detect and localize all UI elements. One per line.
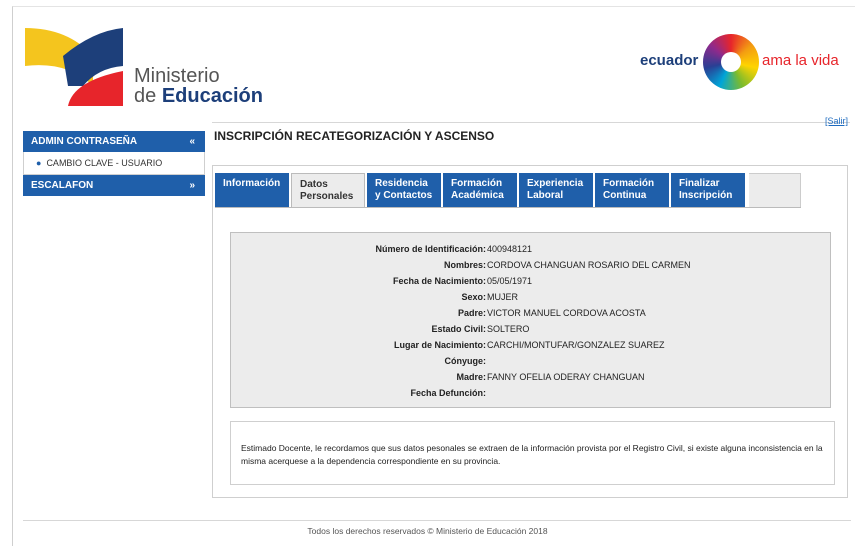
field-row-lugar-nacimiento: Lugar de Nacimiento: CARCHI/MONTUFAR/GONZ… bbox=[393, 340, 665, 350]
page-title: INSCRIPCIÓN RECATEGORIZACIÓN Y ASCENSO bbox=[214, 129, 495, 143]
sun-logo-center bbox=[721, 52, 741, 72]
ministry-name: Ministerio de Educación bbox=[134, 66, 263, 106]
field-row-padre: Padre: VICTOR MANUEL CORDOVA ACOSTA bbox=[457, 308, 646, 318]
field-row-conyuge: Cónyuge: bbox=[444, 356, 487, 366]
sidebar-section-admin[interactable]: ADMIN CONTRASEÑA « bbox=[23, 131, 205, 152]
field-row-identificacion: Número de Identificación: 400948121 bbox=[375, 244, 533, 254]
field-row-sexo: Sexo: MUJER bbox=[461, 292, 518, 302]
ministry-line2: de Educación bbox=[134, 85, 263, 107]
personal-data-box: Número de Identificación: 400948121 Nombr… bbox=[230, 232, 831, 408]
footer-copyright: Todos los derechos reservados © Minister… bbox=[307, 526, 548, 536]
slogan-text: ama la vida bbox=[762, 52, 839, 69]
sidebar: ADMIN CONTRASEÑA « ● CAMBIO CLAVE - USUAR… bbox=[23, 131, 205, 196]
tab-residencia-contactos[interactable]: Residencia y Contactos bbox=[367, 173, 441, 207]
sidebar-item-label: CAMBIO CLAVE - USUARIO bbox=[46, 158, 163, 168]
tab-bar-filler bbox=[749, 173, 801, 207]
tab-finalizar-inscripcion[interactable]: Finalizar Inscripción bbox=[671, 173, 745, 207]
tab-underline bbox=[215, 207, 801, 208]
footer-divider bbox=[23, 520, 851, 521]
collapse-icon[interactable]: « bbox=[189, 131, 195, 152]
sidebar-section-label: ESCALAFON bbox=[31, 180, 94, 191]
registry-notice: Estimado Docente, le recordamos que sus … bbox=[230, 421, 835, 485]
logout-link[interactable]: [Salir] bbox=[825, 116, 848, 126]
field-row-nombres: Nombres: CORDOVA CHANGUAN ROSARIO DEL CAR… bbox=[443, 260, 691, 270]
header-divider bbox=[212, 122, 850, 123]
sidebar-item-cambio-clave[interactable]: ● CAMBIO CLAVE - USUARIO bbox=[23, 152, 205, 175]
expand-icon[interactable]: » bbox=[189, 175, 195, 196]
ministry-line1: Ministerio bbox=[134, 65, 220, 87]
tab-bar: Información Datos Personales Residencia y … bbox=[215, 173, 747, 207]
tab-formacion-continua[interactable]: Formación Continua bbox=[595, 173, 669, 207]
tab-formacion-academica[interactable]: Formación Académica bbox=[443, 173, 517, 207]
field-row-fecha-nacimiento: Fecha de Nacimiento: 05/05/1971 bbox=[392, 276, 533, 286]
tab-informacion[interactable]: Información bbox=[215, 173, 289, 207]
tab-experiencia-laboral[interactable]: Experiencia Laboral bbox=[519, 173, 593, 207]
ministry-logo bbox=[25, 28, 123, 106]
field-row-madre: Madre: FANNY OFELIA ODERAY CHANGUAN bbox=[456, 372, 645, 382]
field-row-fecha-defuncion: Fecha Defunción: bbox=[410, 388, 486, 398]
field-row-estado-civil: Estado Civil: SOLTERO bbox=[431, 324, 530, 334]
sidebar-section-label: ADMIN CONTRASEÑA bbox=[31, 136, 138, 147]
tab-datos-personales[interactable]: Datos Personales bbox=[291, 173, 365, 207]
sidebar-section-escalafon[interactable]: ESCALAFON » bbox=[23, 175, 205, 196]
ecuador-text: ecuador bbox=[640, 52, 699, 69]
bullet-icon: ● bbox=[36, 158, 42, 168]
